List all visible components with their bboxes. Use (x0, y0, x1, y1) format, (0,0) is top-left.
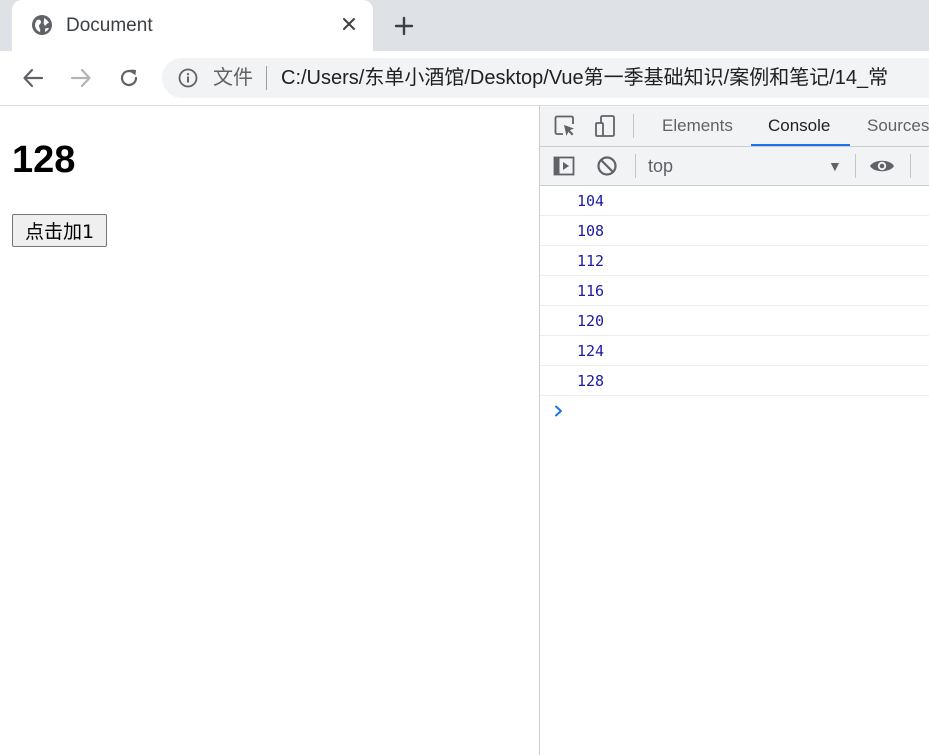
toolbar-divider (910, 154, 911, 178)
browser-tab[interactable]: Document (12, 0, 373, 51)
page-viewport: 128 点击加1 (0, 106, 539, 755)
counter-heading: 128 (12, 139, 76, 181)
toolbar-divider (635, 154, 636, 178)
eye-icon[interactable] (869, 153, 895, 179)
console-log-row: 112 (540, 246, 929, 276)
console-log-value: 124 (577, 342, 605, 360)
clear-console-icon[interactable] (594, 153, 620, 179)
console-log-value: 120 (577, 312, 605, 330)
devtools-divider (633, 114, 634, 138)
add-one-button[interactable]: 点击加1 (12, 214, 107, 247)
devtools-tab-bar: Elements Console Sources (540, 106, 929, 147)
console-log-value: 116 (577, 282, 605, 300)
tab-console[interactable]: Console (768, 106, 830, 146)
console-log-row: 124 (540, 336, 929, 366)
tab-title: Document (66, 15, 153, 36)
url-text[interactable]: C:/Users/东单小酒馆/Desktop/Vue第一季基础知识/案例和笔记/… (281, 66, 888, 90)
back-arrow-icon[interactable] (19, 64, 47, 92)
devtools-panel: Elements Console Sources top ▼ 104 108 1… (539, 106, 929, 755)
new-tab-icon[interactable] (390, 12, 418, 40)
info-icon[interactable] (178, 68, 198, 88)
tab-sources[interactable]: Sources (867, 106, 929, 146)
forward-arrow-icon[interactable] (67, 64, 95, 92)
tab-strip: Document (0, 0, 929, 51)
omnibox-divider (266, 66, 267, 90)
console-log-row: 128 (540, 366, 929, 396)
sidebar-toggle-icon[interactable] (551, 153, 577, 179)
console-log-row: 104 (540, 186, 929, 216)
console-log-row: 116 (540, 276, 929, 306)
console-log-row: 120 (540, 306, 929, 336)
chevron-right-icon (552, 404, 566, 418)
globe-icon (31, 14, 53, 36)
console-toolbar: top ▼ (540, 147, 929, 186)
inspect-element-icon[interactable] (552, 113, 578, 139)
context-selector[interactable]: top ▼ (648, 155, 844, 177)
tab-elements[interactable]: Elements (662, 106, 733, 146)
console-log-row: 108 (540, 216, 929, 246)
toolbar-divider (855, 154, 856, 178)
active-tab-indicator (751, 144, 850, 146)
console-output: 104 108 112 116 120 124 128 (540, 186, 929, 426)
console-prompt[interactable] (540, 396, 929, 426)
browser-toolbar: 文件 C:/Users/东单小酒馆/Desktop/Vue第一季基础知识/案例和… (0, 51, 929, 106)
address-bar[interactable]: 文件 C:/Users/东单小酒馆/Desktop/Vue第一季基础知识/案例和… (162, 58, 929, 98)
dropdown-arrow-icon: ▼ (828, 158, 842, 174)
console-log-value: 104 (577, 192, 605, 210)
device-toolbar-icon[interactable] (592, 113, 618, 139)
console-log-value: 108 (577, 222, 605, 240)
close-tab-icon[interactable] (338, 13, 360, 35)
context-label: top (648, 156, 674, 176)
reload-icon[interactable] (115, 64, 143, 92)
console-log-value: 112 (577, 252, 605, 270)
file-scheme-label: 文件 (213, 67, 253, 89)
console-log-value: 128 (577, 372, 605, 390)
